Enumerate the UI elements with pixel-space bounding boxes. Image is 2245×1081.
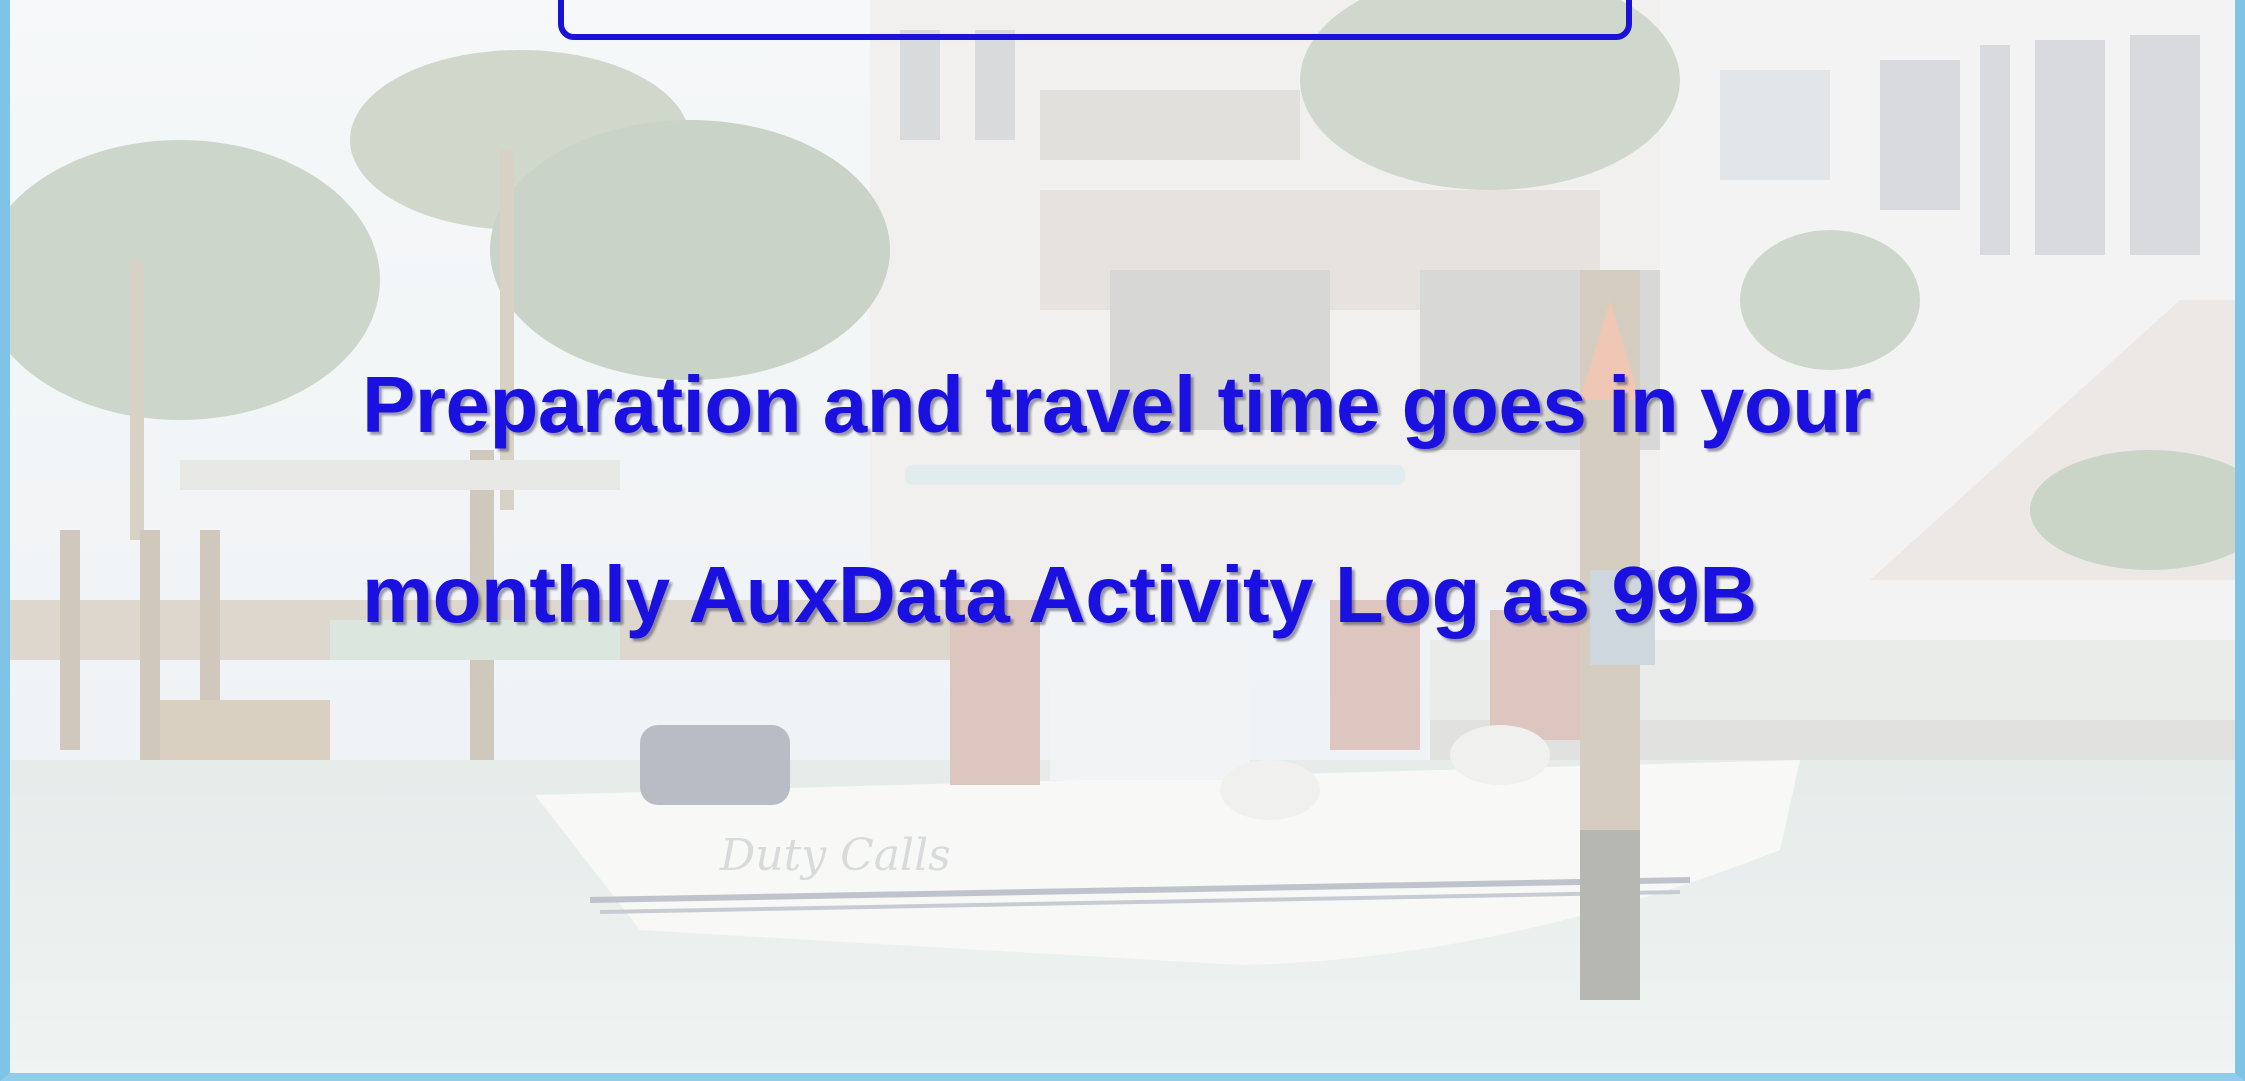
slide: Duty Calls Preparation and travel time g… <box>0 0 2245 1081</box>
slide-body-text: Preparation and travel time goes in your… <box>362 310 2062 690</box>
title-placeholder-box <box>558 0 1632 40</box>
body-line-2: monthly AuxData Activity Log as 99B <box>362 550 1757 639</box>
body-line-1: Preparation and travel time goes in your <box>362 360 1872 449</box>
